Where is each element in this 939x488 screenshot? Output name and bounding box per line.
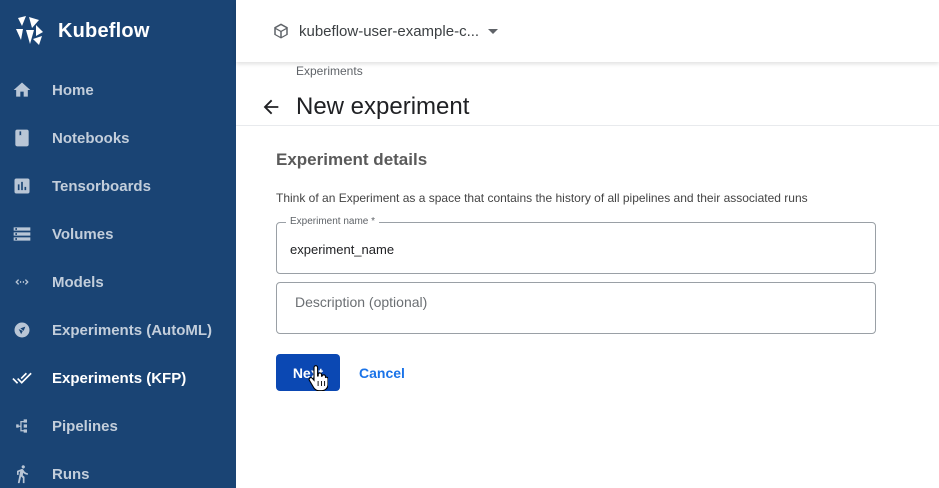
experiment-name-label: Experiment name *: [286, 216, 380, 227]
sidebar-item-label: Models: [52, 273, 104, 291]
kubeflow-logo-icon: [16, 16, 43, 45]
chart-icon: [12, 176, 32, 196]
sidebar-item-notebooks[interactable]: Notebooks: [0, 114, 236, 162]
sidebar-item-label: Experiments (AutoML): [52, 321, 213, 339]
sidebar-item-models[interactable]: Models: [0, 258, 236, 306]
sidebar-item-runs[interactable]: Runs: [0, 450, 236, 488]
sidebar-item-label: Pipelines: [52, 417, 118, 435]
section-title: Experiment details: [276, 150, 428, 169]
namespace-selector[interactable]: kubeflow-user-example-c...: [272, 20, 499, 42]
page-title: New experiment: [296, 93, 470, 120]
sidebar-item-label: Experiments (KFP): [52, 369, 187, 387]
sidebar-item-label: Volumes: [52, 225, 114, 243]
experiment-name-value: experiment_name: [290, 242, 395, 257]
kubeflow-logo[interactable]: Kubeflow: [12, 13, 150, 49]
description-placeholder: Description (optional): [295, 294, 428, 310]
notebook-icon: [12, 128, 32, 148]
sidebar-item-tensorboards[interactable]: Tensorboards: [0, 162, 236, 210]
sidebar-item-experiments-automl[interactable]: Experiments (AutoML): [0, 306, 236, 354]
main-content: Experiments New experiment Experiment de…: [236, 62, 939, 488]
code-arrows-icon: [12, 272, 32, 292]
divider: [236, 125, 939, 126]
sidebar-item-label: Home: [52, 81, 94, 99]
brand-name: Kubeflow: [58, 19, 150, 42]
sidebar-item-pipelines[interactable]: Pipelines: [0, 402, 236, 450]
sidebar-item-home[interactable]: Home: [0, 66, 236, 114]
sidebar-item-label: Runs: [52, 465, 90, 483]
experiment-name-field[interactable]: Experiment name * experiment_name: [276, 216, 876, 274]
sidebar-item-label: Tensorboards: [52, 177, 151, 195]
done-all-icon: [12, 368, 32, 388]
sidebar: Kubeflow Home Notebooks Tensorboards Vol…: [0, 0, 236, 488]
cancel-button[interactable]: Cancel: [356, 354, 408, 391]
breadcrumb[interactable]: Experiments: [296, 64, 363, 78]
katib-icon: [12, 320, 32, 340]
sidebar-item-label: Notebooks: [52, 129, 130, 147]
chevron-down-icon: [488, 28, 499, 34]
cube-icon: [274, 23, 288, 39]
next-button[interactable]: Next: [276, 354, 340, 391]
sidebar-nav: Home Notebooks Tensorboards Volumes Mode…: [0, 66, 236, 488]
description-field[interactable]: Description (optional): [276, 282, 876, 334]
home-icon: [12, 80, 32, 100]
back-button[interactable]: [260, 96, 282, 118]
pipeline-icon: [12, 416, 32, 436]
sidebar-item-volumes[interactable]: Volumes: [0, 210, 236, 258]
namespace-label: kubeflow-user-example-c...: [299, 22, 480, 40]
running-icon: [12, 464, 32, 484]
sidebar-item-experiments-kfp[interactable]: Experiments (KFP): [0, 354, 236, 402]
storage-icon: [12, 224, 32, 244]
top-bar: kubeflow-user-example-c...: [236, 0, 939, 62]
section-description: Think of an Experiment as a space that c…: [276, 191, 808, 205]
arrow-back-icon: [263, 99, 279, 115]
